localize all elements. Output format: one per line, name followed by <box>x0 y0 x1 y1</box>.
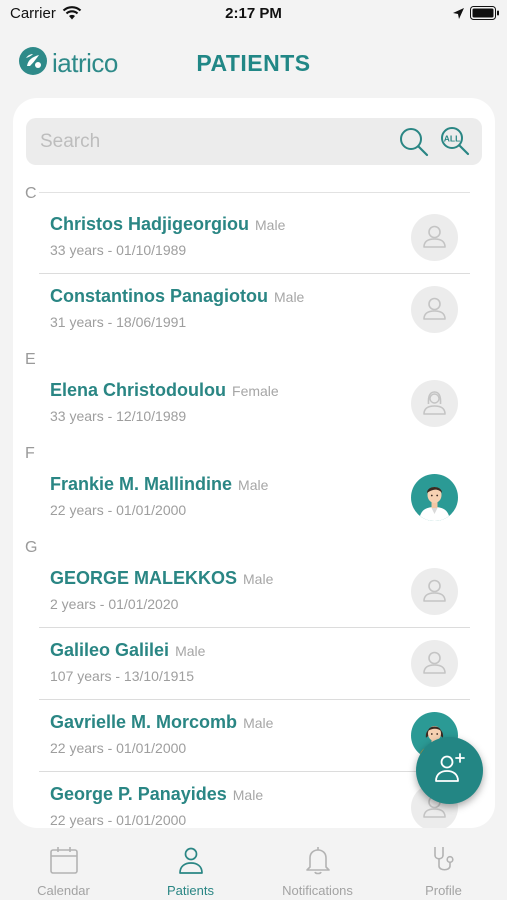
patient-name: Constantinos Panagiotou <box>50 286 268 306</box>
patient-row[interactable]: Constantinos Panagiotou Male 31 years - 1… <box>13 274 495 346</box>
bell-icon <box>302 844 334 881</box>
add-user-icon <box>432 750 468 791</box>
patient-gender: Male <box>243 715 274 731</box>
tab-label: Calendar <box>37 883 90 898</box>
search-bar: ALL <box>26 118 482 165</box>
status-bar: Carrier 2:17 PM <box>0 0 507 30</box>
patient-list: C Christos Hadjigeorgiou Male 33 years - … <box>13 180 495 828</box>
section-header: G <box>13 534 495 556</box>
battery-icon <box>470 6 500 25</box>
tab-patients[interactable]: Patients <box>127 832 254 900</box>
section-letter: G <box>25 539 38 556</box>
patient-name: Galileo Galilei <box>50 640 170 660</box>
patient-age-dob: 107 years - 13/10/1915 <box>50 668 194 684</box>
location-arrow-icon <box>452 7 465 25</box>
tab-notifications[interactable]: Notifications <box>254 832 381 900</box>
patient-age-dob: 31 years - 18/06/1991 <box>50 314 187 330</box>
patient-row[interactable]: GEORGE MALEKKOS Male 2 years - 01/01/2020 <box>13 556 495 628</box>
avatar-photo-male <box>411 474 458 521</box>
search-icon[interactable] <box>398 126 430 163</box>
tab-profile[interactable]: Profile <box>380 832 507 900</box>
patient-age-dob: 2 years - 01/01/2020 <box>50 596 179 612</box>
patient-row[interactable]: Frankie M. Mallindine Male 22 years - 01/… <box>13 462 495 534</box>
section-header: F <box>13 440 495 462</box>
patient-age-dob: 22 years - 01/01/2000 <box>50 812 187 828</box>
section-divider <box>39 192 470 193</box>
section-letter: E <box>25 351 36 368</box>
page-title: PATIENTS <box>196 50 311 76</box>
tab-bar: Calendar Patients Notifications Profile <box>0 832 507 900</box>
tab-calendar[interactable]: Calendar <box>0 832 127 900</box>
clock-time: 2:17 PM <box>225 5 282 22</box>
patients-card: ALL C Christos Hadjigeorgiou Male 33 year… <box>13 98 495 828</box>
tab-label: Patients <box>167 883 214 898</box>
avatar-placeholder-icon <box>411 568 458 615</box>
patient-gender: Male <box>274 289 305 305</box>
patient-age-dob: 33 years - 01/10/1989 <box>50 242 187 258</box>
patient-icon <box>175 844 207 881</box>
patient-name: George P. Panayides <box>50 784 227 804</box>
search-all-icon[interactable]: ALL <box>439 125 471 162</box>
calendar-icon <box>48 844 80 881</box>
patient-gender: Male <box>255 217 286 233</box>
section-header: E <box>13 346 495 368</box>
section-letter: C <box>25 185 37 202</box>
patient-age-dob: 22 years - 01/01/2000 <box>50 502 187 518</box>
tab-label: Profile <box>425 883 462 898</box>
patient-age-dob: 22 years - 01/01/2000 <box>50 740 187 756</box>
section-letter: F <box>25 445 35 462</box>
patient-gender: Male <box>243 571 274 587</box>
section-header: C <box>13 180 495 202</box>
patient-name: Frankie M. Mallindine <box>50 474 233 494</box>
patient-name: Elena Christodoulou <box>50 380 227 400</box>
patient-gender: Female <box>232 383 279 399</box>
patient-gender: Male <box>175 643 206 659</box>
avatar-placeholder-icon <box>411 286 458 333</box>
app-header: iatrico PATIENTS <box>0 40 507 88</box>
patient-age-dob: 33 years - 12/10/1989 <box>50 408 187 424</box>
tab-label: Notifications <box>282 883 353 898</box>
search-input[interactable] <box>38 128 382 156</box>
stethoscope-icon <box>428 844 460 881</box>
add-patient-button[interactable] <box>416 737 483 804</box>
patient-name: Gavrielle M. Morcomb <box>50 712 238 732</box>
patient-name: Christos Hadjigeorgiou <box>50 214 250 234</box>
svg-text:ALL: ALL <box>444 134 461 144</box>
patient-gender: Male <box>232 787 264 803</box>
patient-gender: Male <box>238 477 269 493</box>
patient-row[interactable]: Galileo Galilei Male 107 years - 13/10/19… <box>13 628 495 700</box>
patient-row[interactable]: Christos Hadjigeorgiou Male 33 years - 01… <box>13 202 495 274</box>
patient-row[interactable]: Elena Christodoulou Female 33 years - 12/… <box>13 368 495 440</box>
avatar-placeholder-icon <box>411 214 458 261</box>
avatar-placeholder-icon <box>411 640 458 687</box>
avatar-placeholder-female-icon <box>411 380 458 427</box>
patient-name: GEORGE MALEKKOS <box>50 568 238 588</box>
